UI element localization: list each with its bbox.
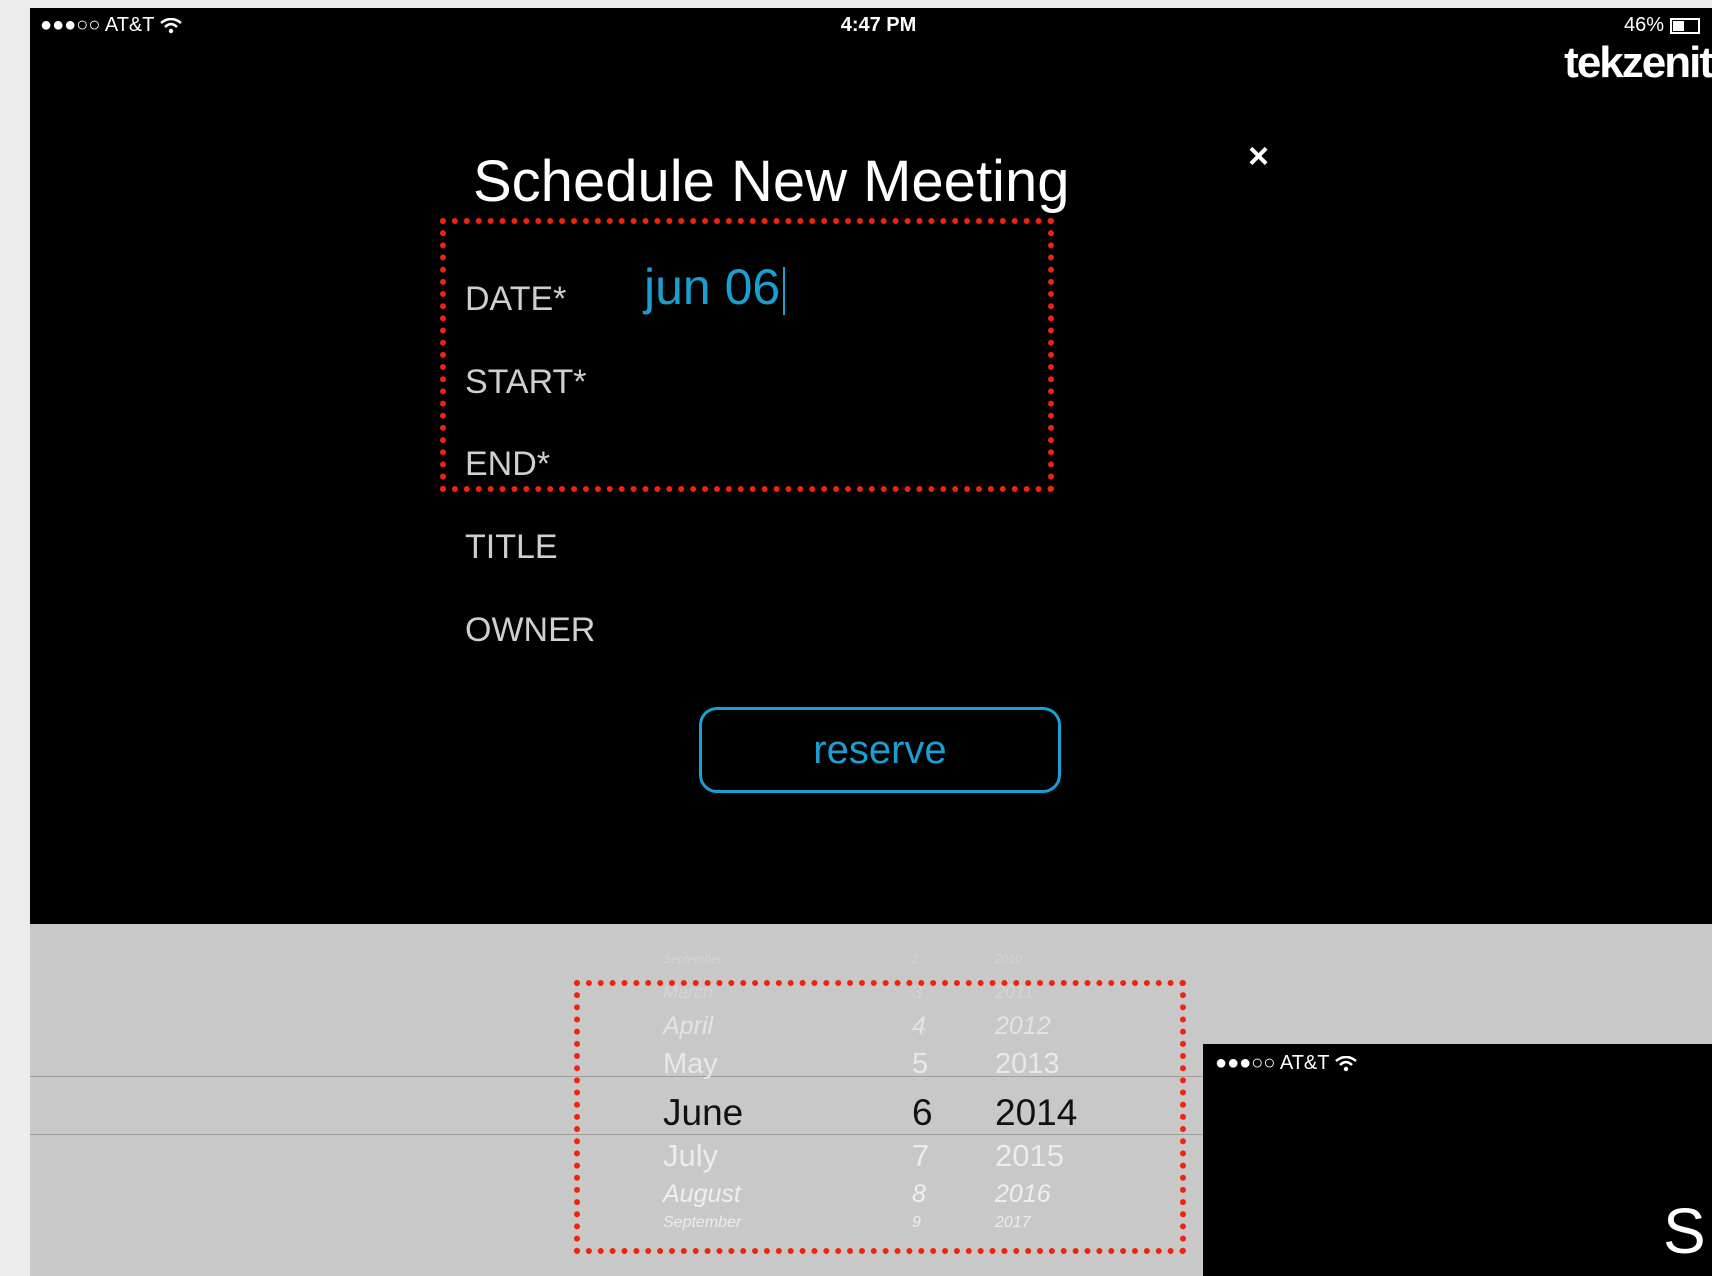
form-title: Schedule New Meeting	[473, 149, 1070, 214]
reserve-button[interactable]: reserve	[699, 707, 1061, 793]
wifi-icon	[1335, 1055, 1358, 1071]
title-label: TITLE	[465, 528, 558, 566]
picker-year: 2010	[995, 952, 1022, 966]
close-icon[interactable]: ×	[1248, 135, 1269, 177]
owner-input[interactable]	[644, 611, 944, 651]
battery-icon	[1670, 17, 1700, 34]
picker-month: September	[663, 952, 722, 966]
status-battery: 46%	[1624, 14, 1700, 37]
status-time: 4:47 PM	[840, 14, 917, 36]
owner-label: OWNER	[465, 611, 596, 649]
mini-title-letter: S	[1663, 1195, 1706, 1267]
mini-screen: ●●●○○ AT&T S	[1203, 1044, 1712, 1276]
highlight-box-form	[440, 218, 1054, 492]
picker-day: 2	[912, 952, 919, 966]
brand-logo: tekzenit	[1564, 38, 1712, 87]
mini-status-carrier: ●●●○○ AT&T	[1215, 1052, 1358, 1075]
highlight-box-picker	[574, 980, 1186, 1254]
title-input[interactable]	[644, 528, 944, 568]
